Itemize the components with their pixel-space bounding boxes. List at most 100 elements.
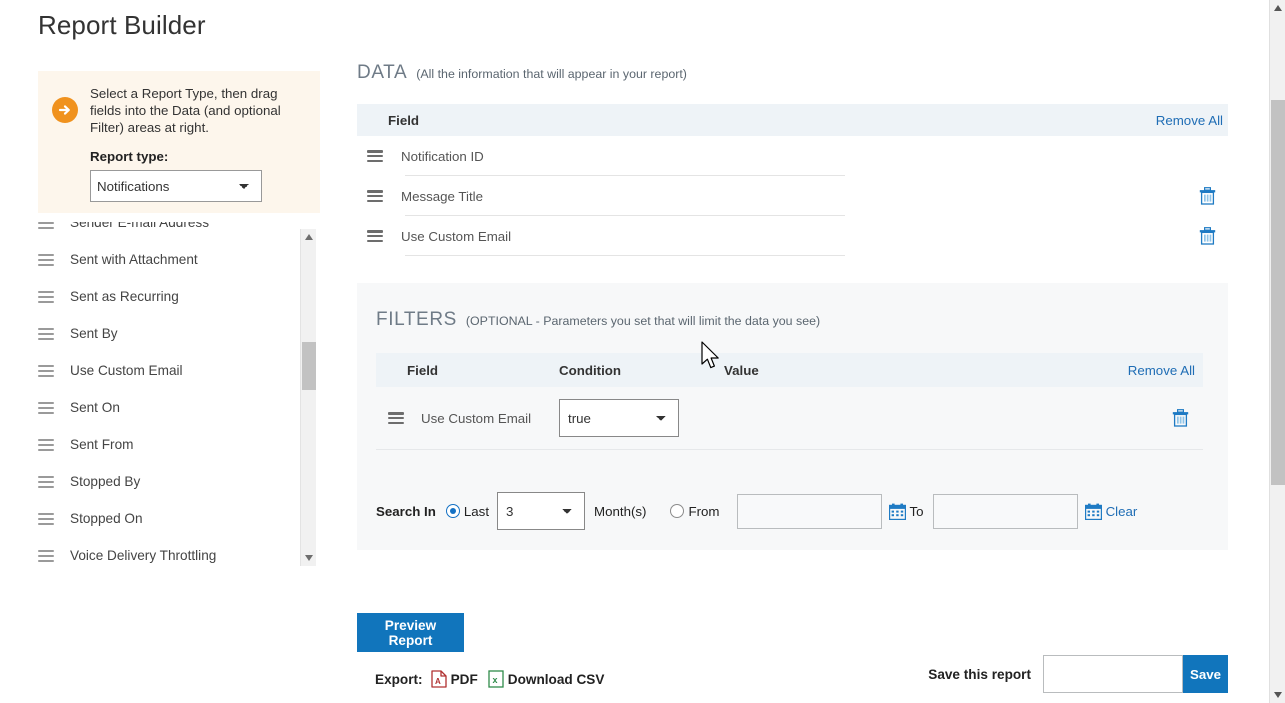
filters-section-header: FILTERS (OPTIONAL - Parameters you set t… bbox=[376, 309, 1203, 331]
row-divider bbox=[405, 255, 845, 256]
filters-section-title: FILTERS bbox=[376, 309, 457, 331]
filters-column-field: Field bbox=[376, 363, 559, 378]
drag-handle-icon[interactable] bbox=[367, 230, 383, 242]
drag-handle-icon[interactable] bbox=[38, 328, 54, 340]
export-label: Export: bbox=[375, 672, 423, 687]
filter-row-label: Use Custom Email bbox=[421, 411, 531, 426]
field-list-item[interactable]: Sent On bbox=[30, 389, 320, 426]
search-in-last-radio[interactable] bbox=[446, 504, 460, 518]
field-list-item[interactable]: Sent as Recurring bbox=[30, 278, 320, 315]
report-type-select[interactable]: Notifications bbox=[90, 170, 262, 202]
to-date-input[interactable] bbox=[933, 494, 1078, 529]
browser-scrollbar-thumb[interactable] bbox=[1271, 100, 1285, 485]
field-list-item[interactable]: Use Custom Email bbox=[30, 352, 320, 389]
save-report-row: Save this report Save bbox=[928, 655, 1228, 693]
data-row-label: Use Custom Email bbox=[401, 229, 511, 244]
filters-column-value: Value bbox=[724, 363, 1128, 378]
drag-handle-icon[interactable] bbox=[38, 550, 54, 562]
field-list-scrollbar-thumb[interactable] bbox=[302, 342, 316, 390]
report-builder-page: Report Builder Select a Report Type, the… bbox=[0, 0, 1285, 703]
delete-row-icon[interactable] bbox=[1169, 407, 1191, 429]
pdf-icon[interactable]: A bbox=[431, 670, 447, 688]
save-report-name-input[interactable] bbox=[1043, 655, 1183, 693]
delete-row-icon[interactable] bbox=[1196, 225, 1218, 247]
drag-handle-icon[interactable] bbox=[38, 291, 54, 303]
drag-handle-icon[interactable] bbox=[38, 439, 54, 451]
search-in-last-label: Last bbox=[464, 504, 489, 519]
field-list-item-label: Sender E-mail Address bbox=[70, 222, 209, 230]
field-list-scrollbar[interactable] bbox=[300, 229, 316, 566]
field-list-item[interactable]: Stopped On bbox=[30, 500, 320, 537]
months-unit-label: Month(s) bbox=[594, 504, 646, 519]
clear-dates-link[interactable]: Clear bbox=[1106, 504, 1138, 519]
page-scroll-down-icon[interactable] bbox=[1270, 687, 1285, 703]
filters-column-condition: Condition bbox=[559, 363, 724, 378]
field-list-item-label: Sent From bbox=[70, 437, 133, 452]
search-in-label: Search In bbox=[376, 504, 436, 519]
drag-handle-icon[interactable] bbox=[38, 365, 54, 377]
export-pdf-link[interactable]: PDF bbox=[451, 672, 478, 687]
data-row-label: Message Title bbox=[401, 189, 483, 204]
export-csv-link[interactable]: Download CSV bbox=[508, 672, 605, 687]
page-title: Report Builder bbox=[38, 10, 206, 41]
drag-handle-icon[interactable] bbox=[367, 190, 383, 202]
field-list-item[interactable]: Sent By bbox=[30, 315, 320, 352]
info-box: Select a Report Type, then drag fields i… bbox=[38, 71, 320, 213]
drag-handle-icon[interactable] bbox=[38, 222, 54, 229]
field-list-item-label: Use Custom Email bbox=[70, 363, 183, 378]
field-list-item-label: Sent as Recurring bbox=[70, 289, 179, 304]
field-list-item-label: Sent with Attachment bbox=[70, 252, 198, 267]
report-type-label: Report type: bbox=[90, 149, 304, 164]
data-row[interactable]: Use Custom Email bbox=[357, 216, 1228, 256]
field-list-item[interactable]: Sent with Attachment bbox=[30, 241, 320, 278]
scroll-down-icon[interactable] bbox=[301, 550, 317, 566]
field-list[interactable]: Sender E-mail Address Sent with Attachmen… bbox=[30, 222, 320, 566]
info-text: Select a Report Type, then drag fields i… bbox=[90, 85, 304, 136]
export-row: Export: A PDF x Download CSV bbox=[375, 670, 614, 688]
delete-row-icon[interactable] bbox=[1196, 185, 1218, 207]
save-report-label: Save this report bbox=[928, 667, 1031, 682]
data-section-subtitle: (All the information that will appear in… bbox=[416, 67, 687, 81]
months-select[interactable]: 3 bbox=[497, 492, 585, 530]
drag-handle-icon[interactable] bbox=[38, 402, 54, 414]
data-row-label: Notification ID bbox=[401, 149, 484, 164]
data-column-field: Field bbox=[388, 113, 419, 128]
save-button[interactable]: Save bbox=[1183, 655, 1228, 693]
calendar-icon-to[interactable] bbox=[1085, 503, 1102, 520]
filter-condition-select[interactable]: truefalse bbox=[559, 399, 679, 437]
arrow-right-icon bbox=[52, 97, 78, 123]
drag-handle-icon[interactable] bbox=[38, 254, 54, 266]
field-list-item-label: Stopped On bbox=[70, 511, 143, 526]
field-list-item[interactable]: Voice Delivery Throttling bbox=[30, 537, 320, 566]
data-row[interactable]: Notification ID bbox=[357, 136, 1228, 176]
filters-table-header: Field Condition Value Remove All bbox=[376, 353, 1203, 387]
scroll-up-icon[interactable] bbox=[301, 229, 317, 245]
field-list-item[interactable]: Sent From bbox=[30, 426, 320, 463]
data-remove-all-link[interactable]: Remove All bbox=[1156, 113, 1223, 128]
drag-handle-icon[interactable] bbox=[38, 476, 54, 488]
drag-handle-icon[interactable] bbox=[367, 150, 383, 162]
field-list-item-label: Stopped By bbox=[70, 474, 140, 489]
filter-row[interactable]: Use Custom Email truefalse bbox=[376, 387, 1203, 450]
search-in-to-label: To bbox=[910, 504, 924, 519]
field-list-item[interactable]: Stopped By bbox=[30, 463, 320, 500]
preview-report-button[interactable]: Preview Report bbox=[357, 613, 464, 652]
field-list-item-label: Sent On bbox=[70, 400, 120, 415]
search-in-from-radio[interactable] bbox=[670, 504, 684, 518]
data-row[interactable]: Message Title bbox=[357, 176, 1228, 216]
filters-remove-all-link[interactable]: Remove All bbox=[1128, 363, 1195, 378]
drag-handle-icon[interactable] bbox=[38, 513, 54, 525]
csv-icon[interactable]: x bbox=[488, 670, 504, 688]
data-section-header: DATA (All the information that will appe… bbox=[357, 62, 1228, 84]
data-section-title: DATA bbox=[357, 62, 407, 84]
from-date-input[interactable] bbox=[737, 494, 882, 529]
svg-text:x: x bbox=[492, 675, 497, 685]
field-list-item[interactable]: Sender E-mail Address bbox=[30, 222, 320, 241]
drag-handle-icon[interactable] bbox=[388, 412, 404, 424]
calendar-icon-from[interactable] bbox=[889, 503, 906, 520]
page-scroll-up-icon[interactable] bbox=[1270, 0, 1285, 16]
actions-bar: Preview Report Export: A PDF x Download … bbox=[357, 613, 1228, 652]
right-panel: DATA (All the information that will appe… bbox=[357, 62, 1228, 550]
field-list-item-label: Voice Delivery Throttling bbox=[70, 548, 216, 563]
browser-scrollbar[interactable] bbox=[1269, 0, 1285, 703]
